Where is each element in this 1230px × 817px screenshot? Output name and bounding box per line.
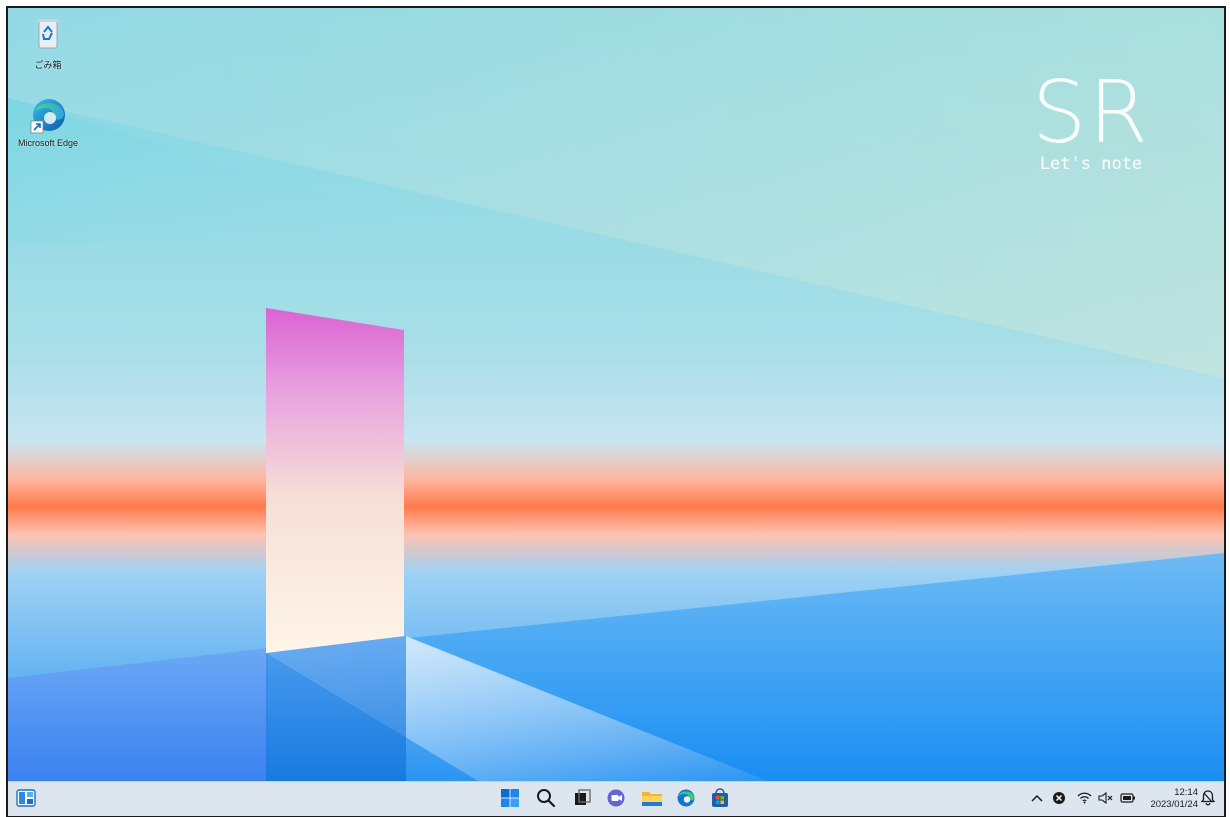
clock-date: 2023/01/24 xyxy=(1150,799,1198,810)
search-button[interactable] xyxy=(532,786,560,814)
widgets-icon xyxy=(16,788,36,812)
brand-title: SR xyxy=(1031,63,1151,163)
desktop-icon-recycle-bin[interactable]: ごみ箱 xyxy=(8,16,88,71)
desktop-icon-label: ごみ箱 xyxy=(34,60,62,70)
task-view-icon xyxy=(572,788,592,813)
notification-bell-icon xyxy=(1200,789,1216,811)
desktop-icon-edge[interactable]: Microsoft Edge xyxy=(8,96,88,148)
store-button[interactable] xyxy=(706,786,734,814)
status-x-icon xyxy=(1052,791,1066,810)
desktop-wallpaper[interactable]: ごみ箱 Microsoft Edge SR Let's note xyxy=(8,8,1224,781)
search-icon xyxy=(536,788,556,813)
start-button[interactable] xyxy=(496,786,524,814)
widgets-button[interactable] xyxy=(12,786,40,814)
recycle-bin-icon xyxy=(28,16,68,56)
edge-icon xyxy=(28,96,68,136)
desktop-icon-label: Microsoft Edge xyxy=(17,138,79,148)
clock-time: 12:14 xyxy=(1174,787,1198,798)
chevron-up-icon xyxy=(1031,791,1043,809)
store-icon xyxy=(710,787,730,813)
notification-center-button[interactable] xyxy=(1200,789,1216,811)
battery-icon xyxy=(1119,791,1136,809)
wifi-icon xyxy=(1077,791,1092,809)
volume-muted-icon xyxy=(1097,791,1114,809)
status-icon-button[interactable] xyxy=(1050,791,1068,809)
taskbar: 12:14 2023/01/24 xyxy=(8,781,1224,816)
file-explorer-button[interactable] xyxy=(638,786,666,814)
windows-start-icon xyxy=(500,788,520,813)
show-hidden-icons-button[interactable] xyxy=(1029,791,1045,809)
task-view-button[interactable] xyxy=(568,786,596,814)
edge-taskbar-button[interactable] xyxy=(672,786,700,814)
edge-icon xyxy=(676,788,696,813)
folder-icon xyxy=(641,789,663,812)
system-clock[interactable]: 12:14 2023/01/24 xyxy=(1136,787,1198,811)
chat-button[interactable] xyxy=(602,786,630,814)
brand-logo: SR Let's note xyxy=(1026,68,1156,174)
chat-icon xyxy=(605,788,627,813)
quick-settings-button[interactable] xyxy=(1074,791,1138,809)
screen-frame: ごみ箱 Microsoft Edge SR Let's note 12:14 2… xyxy=(6,6,1226,817)
